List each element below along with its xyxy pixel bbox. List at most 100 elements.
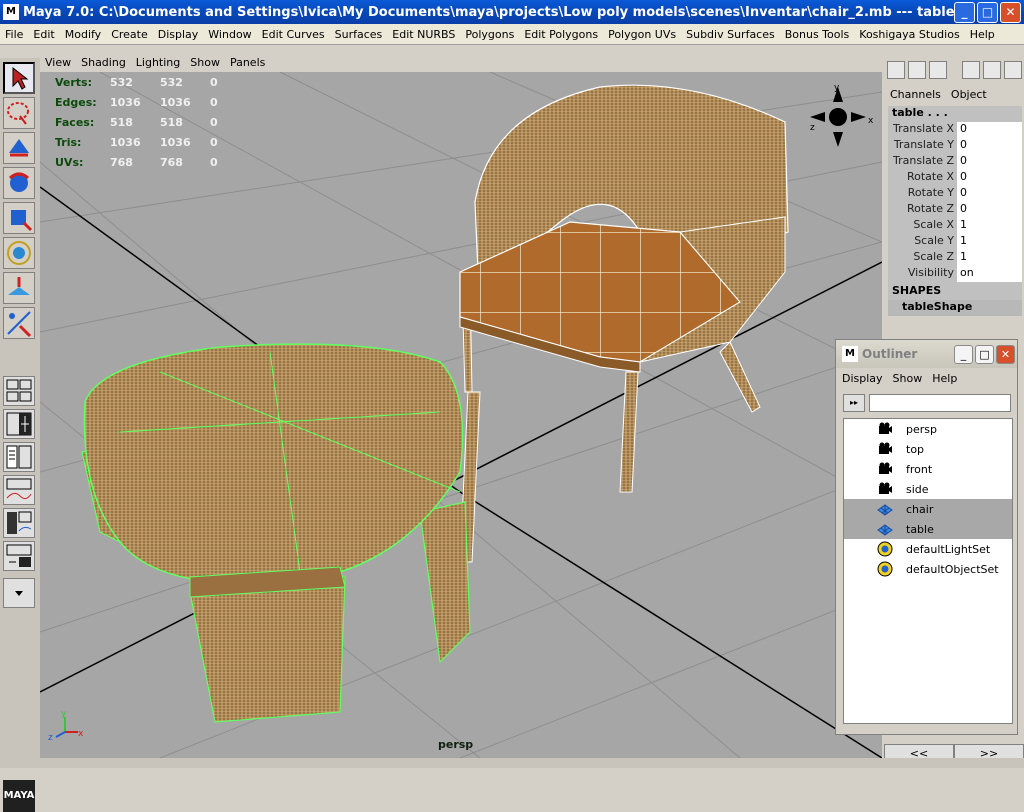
minimize-button[interactable]: _	[954, 1, 975, 23]
hud-tris-label: Tris:	[55, 136, 82, 149]
layout-script-icon[interactable]	[3, 541, 35, 571]
tool-settings-icon[interactable]	[929, 61, 947, 79]
attr-value-field[interactable]: 1	[957, 234, 1022, 250]
maya-app-icon[interactable]: M	[3, 4, 19, 20]
outliner-menu-show[interactable]: Show	[893, 372, 923, 385]
attr-value-field[interactable]: 0	[957, 186, 1022, 202]
filter-options-icon[interactable]: ▸▸	[843, 394, 865, 412]
soft-mod-icon[interactable]	[3, 272, 35, 304]
menu-polygons[interactable]: Polygons	[460, 28, 519, 41]
attribute-editor-icon[interactable]	[908, 61, 926, 79]
attr-row[interactable]: Translate Y0	[888, 138, 1022, 154]
menu-edit-polygons[interactable]: Edit Polygons	[519, 28, 603, 41]
attr-value-field[interactable]: 1	[957, 250, 1022, 266]
attr-row[interactable]: Translate X0	[888, 122, 1022, 138]
menu-subdiv-surfaces[interactable]: Subdiv Surfaces	[681, 28, 780, 41]
maximize-button[interactable]: □	[977, 1, 998, 23]
table-model[interactable]	[81, 343, 471, 723]
object-tab[interactable]: Object	[951, 88, 987, 101]
attr-value-field[interactable]: 0	[957, 122, 1022, 138]
outliner-item-side[interactable]: side	[844, 479, 1012, 499]
outliner-item-chair[interactable]: chair	[844, 499, 1012, 519]
universal-manip-icon[interactable]	[3, 237, 35, 269]
menu-edit[interactable]: Edit	[28, 28, 59, 41]
attr-value-field[interactable]: on	[957, 266, 1022, 282]
compass-y-label: y	[834, 83, 840, 93]
outliner-item-label: side	[906, 482, 929, 496]
panel-menu-lighting[interactable]: Lighting	[131, 56, 185, 69]
outliner-item-top[interactable]: top	[844, 439, 1012, 459]
menu-koshigaya-studios[interactable]: Koshigaya Studios	[854, 28, 964, 41]
perspective-viewport[interactable]: y x z y x z Verts: 532 532 0 Edges: 1036…	[40, 72, 882, 758]
camera-name-label: persp	[438, 738, 474, 751]
shape-node-item[interactable]: tableShape	[888, 300, 1022, 316]
attr-row[interactable]: Rotate X0	[888, 170, 1022, 186]
panel-menu-shading[interactable]: Shading	[76, 56, 131, 69]
outliner-close-button[interactable]: ✕	[996, 344, 1015, 364]
outliner-title-bar[interactable]: M Outliner _ □ ✕	[836, 340, 1017, 368]
close-button[interactable]: ✕	[1000, 1, 1021, 23]
layout-outliner-icon[interactable]	[3, 442, 35, 472]
bottom-strip	[0, 758, 1024, 768]
snap-icon[interactable]	[962, 61, 980, 79]
outliner-menu-display[interactable]: Display	[842, 372, 883, 385]
menu-bonus-tools[interactable]: Bonus Tools	[780, 28, 855, 41]
menu-window[interactable]: Window	[203, 28, 256, 41]
attr-row[interactable]: Rotate Y0	[888, 186, 1022, 202]
attr-value-field[interactable]: 0	[957, 138, 1022, 154]
menu-surfaces[interactable]: Surfaces	[330, 28, 388, 41]
outliner-item-persp[interactable]: persp	[844, 419, 1012, 439]
attr-row[interactable]: Scale Y1	[888, 234, 1022, 250]
attr-value-field[interactable]: 0	[957, 202, 1022, 218]
panel-menu-panels[interactable]: Panels	[225, 56, 270, 69]
menu-display[interactable]: Display	[153, 28, 204, 41]
outliner-minimize-button[interactable]: _	[954, 344, 973, 364]
channels-tab[interactable]: Channels	[890, 88, 941, 101]
channelbox-layout-icon[interactable]	[887, 61, 905, 79]
layout-single-icon[interactable]	[3, 376, 35, 406]
shading-sphere-icon[interactable]	[983, 61, 1001, 79]
menu-help[interactable]: Help	[965, 28, 1000, 41]
scale-tool-icon[interactable]	[3, 202, 35, 234]
rotate-tool-icon[interactable]	[3, 167, 35, 199]
menu-polygon-uvs[interactable]: Polygon UVs	[603, 28, 681, 41]
menu-create[interactable]: Create	[106, 28, 153, 41]
attr-row[interactable]: Scale X1	[888, 218, 1022, 234]
origin-axis-icon	[55, 717, 78, 738]
layout-menu-button[interactable]	[3, 578, 35, 608]
selected-object-name[interactable]: table . . .	[888, 106, 1022, 122]
panel-menu-show[interactable]: Show	[185, 56, 225, 69]
outliner-item-defaultobjectset[interactable]: defaultObjectSet	[844, 559, 1012, 579]
layout-four-icon[interactable]	[3, 409, 35, 439]
panel-menu-view[interactable]: View	[40, 56, 76, 69]
attr-name: Translate Z	[893, 154, 954, 167]
outliner-search-input[interactable]	[869, 394, 1011, 412]
layout-hypershade-icon[interactable]	[3, 508, 35, 538]
outliner-item-table[interactable]: table	[844, 519, 1012, 539]
hud-tris-b: 1036	[160, 136, 191, 149]
move-tool-icon[interactable]	[3, 132, 35, 164]
attr-value-field[interactable]: 1	[957, 218, 1022, 234]
menu-file[interactable]: File	[0, 28, 28, 41]
attr-value-field[interactable]: 0	[957, 170, 1022, 186]
render-icon[interactable]	[1004, 61, 1022, 79]
layout-graph-icon[interactable]	[3, 475, 35, 505]
outliner-list[interactable]: persp top front side chair table default…	[843, 418, 1013, 724]
attr-row[interactable]: Scale Z1	[888, 250, 1022, 266]
attr-row[interactable]: Visibility on	[888, 266, 1022, 282]
show-manip-icon[interactable]	[3, 307, 35, 339]
menu-edit-nurbs[interactable]: Edit NURBS	[387, 28, 460, 41]
chair-model[interactable]	[459, 84, 789, 563]
attr-name: Rotate X	[906, 170, 954, 183]
attr-row[interactable]: Translate Z0	[888, 154, 1022, 170]
outliner-item-front[interactable]: front	[844, 459, 1012, 479]
outliner-menu-help[interactable]: Help	[932, 372, 957, 385]
lasso-tool-icon[interactable]	[3, 97, 35, 129]
outliner-item-defaultlightset[interactable]: defaultLightSet	[844, 539, 1012, 559]
menu-modify[interactable]: Modify	[60, 28, 106, 41]
select-tool-icon[interactable]	[3, 62, 35, 94]
attr-row[interactable]: Rotate Z0	[888, 202, 1022, 218]
outliner-maximize-button[interactable]: □	[975, 344, 994, 364]
menu-edit-curves[interactable]: Edit Curves	[257, 28, 330, 41]
attr-value-field[interactable]: 0	[957, 154, 1022, 170]
